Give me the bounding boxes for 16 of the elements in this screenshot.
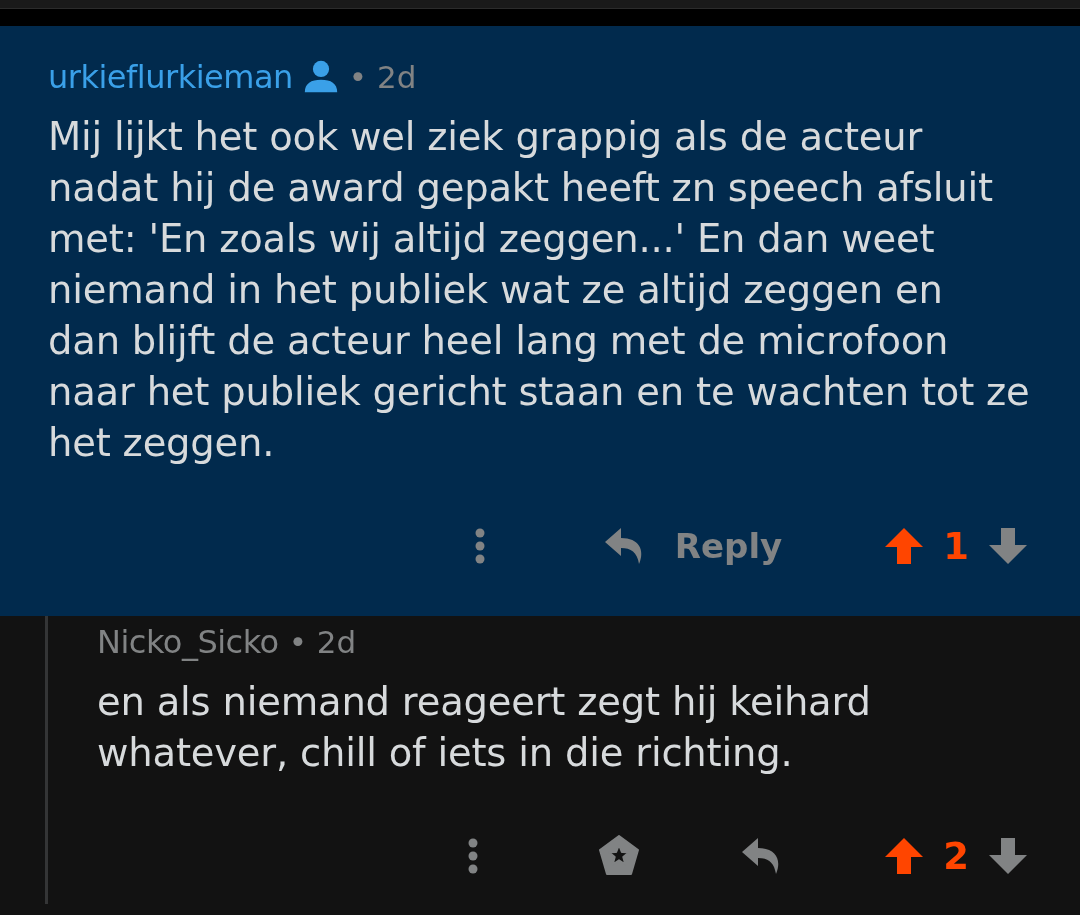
vote-score: 2 bbox=[943, 834, 969, 878]
more-options-icon[interactable] bbox=[468, 838, 479, 874]
comment-author[interactable]: urkieflurkieman bbox=[48, 58, 293, 96]
comment-author[interactable]: Nicko_Sicko bbox=[97, 623, 279, 661]
upvote-arrow-icon[interactable] bbox=[884, 526, 925, 566]
upvote-arrow-icon[interactable] bbox=[884, 836, 925, 876]
reply-button[interactable]: Reply bbox=[604, 526, 783, 566]
vote-score: 1 bbox=[943, 524, 969, 568]
downvote-arrow-icon[interactable] bbox=[988, 526, 1028, 566]
comment-body: en als niemand reageert zegt hij keihard whatever, chill of iets in die richting. bbox=[97, 678, 872, 777]
comment-meta: • 2d bbox=[348, 59, 417, 95]
award-icon[interactable] bbox=[598, 835, 641, 877]
comment-meta: • 2d bbox=[288, 624, 357, 660]
more-options-icon[interactable] bbox=[474, 528, 485, 564]
comment-body: Mij lijkt het ook wel ziek grappig als de acteur nadat hij de award gepakt heeft zn speech afsluit met: 'En zoals wij altijd zeggen...' En dan weet niemand in het publiek wat ze altijd zeggen en dan blijft de acteur heel lang met de microfoon naar het publiek gericht staan en te wachten tot ze het zeggen. bbox=[48, 113, 1031, 467]
downvote-arrow-icon[interactable] bbox=[988, 836, 1028, 876]
